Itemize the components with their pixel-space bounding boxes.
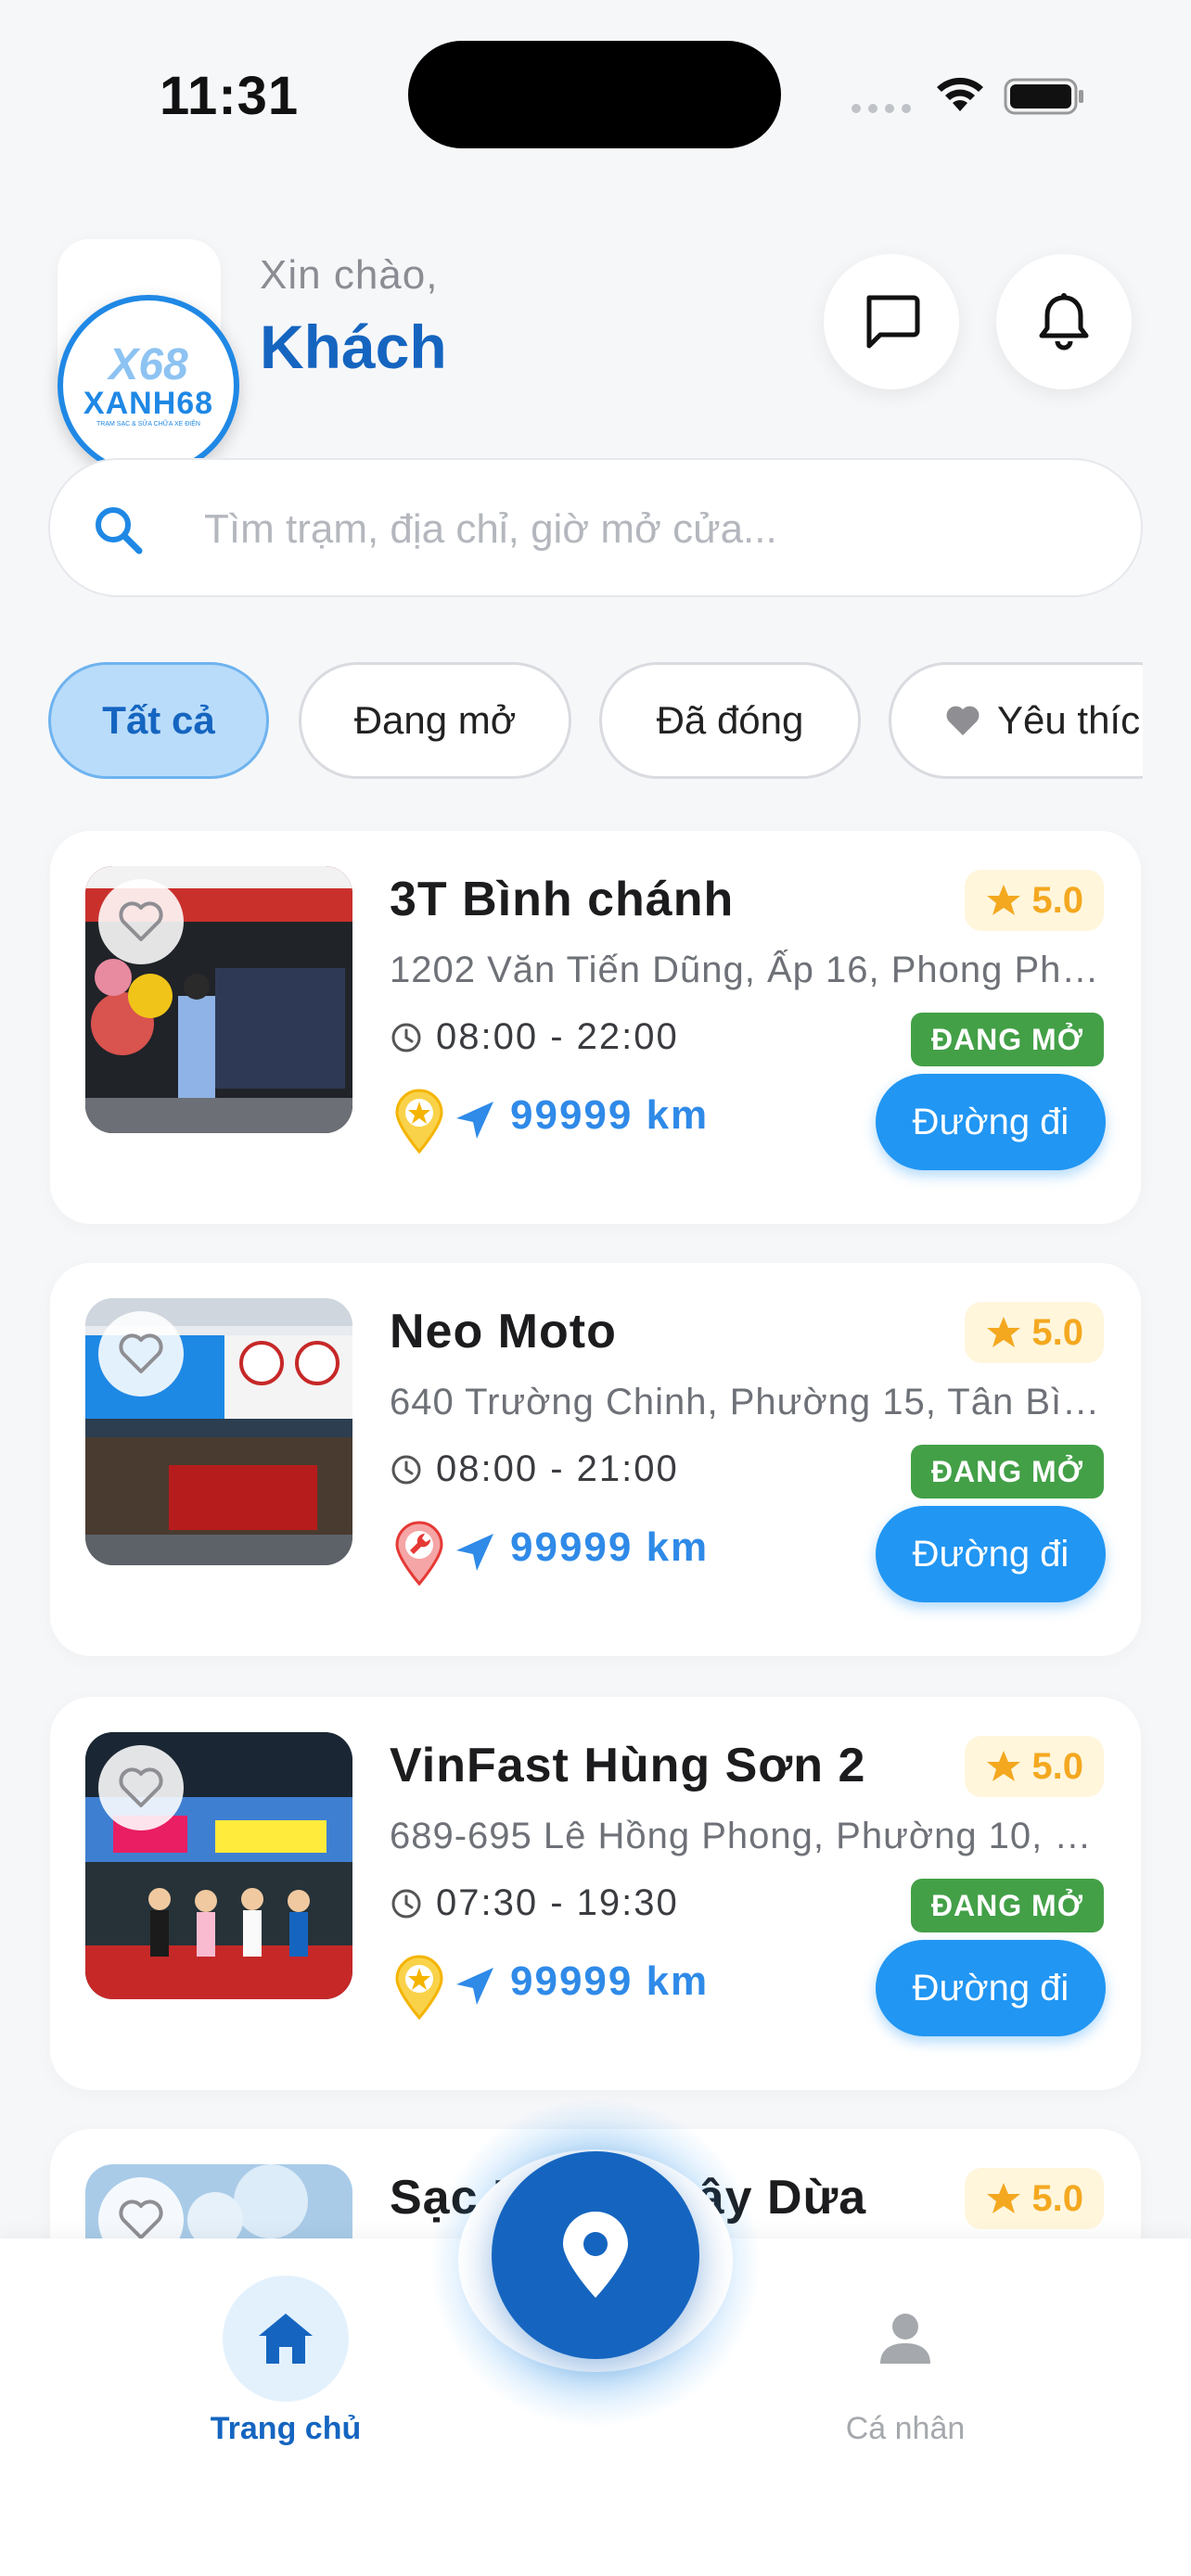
search-bar[interactable] — [48, 458, 1143, 597]
filter-chip-open[interactable]: Đang mở — [299, 662, 571, 779]
star-icon — [987, 885, 1021, 915]
station-address: 1202 Văn Tiến Dũng, Ấp 16, Phong Phú, Bì… — [390, 950, 1104, 990]
station-address: 640 Trường Chinh, Phường 15, Tân Bình — [390, 1382, 1104, 1422]
hours-text: 08:00 - 21:00 — [436, 1448, 679, 1489]
station-card[interactable]: 3T Bình chánh 5.0 1202 Văn Tiến Dũng, Ấp… — [50, 831, 1141, 1224]
rating-value: 5.0 — [1031, 2177, 1083, 2219]
star-icon — [987, 1317, 1021, 1347]
heart-outline-icon — [119, 1767, 163, 1807]
heart-outline-icon — [119, 2200, 163, 2239]
filter-chip-all[interactable]: Tất cả — [48, 662, 269, 779]
filter-chip-label: Đã đóng — [656, 698, 804, 742]
user-name: Khách — [260, 312, 447, 381]
navigation-arrow-icon — [456, 1102, 493, 1139]
battery-icon — [1004, 78, 1083, 115]
favorite-button[interactable] — [98, 879, 184, 964]
station-photo — [85, 1732, 352, 1999]
favorite-button[interactable] — [98, 1311, 184, 1396]
station-photo — [85, 866, 352, 1133]
rating-badge: 5.0 — [965, 1736, 1104, 1797]
hours-text: 08:00 - 22:00 — [436, 1016, 679, 1057]
heart-outline-icon — [119, 901, 163, 941]
distance-text: 99999 km — [510, 1092, 710, 1138]
rating-value: 5.0 — [1031, 1311, 1083, 1353]
charging-station-pin-icon — [395, 1955, 443, 2020]
heart-icon — [946, 706, 980, 735]
profile-icon-wrap — [842, 2276, 968, 2402]
logo-tagline: TRẠM SẠC & SỬA CHỮA XE ĐIỆN — [96, 420, 200, 427]
distance-text: 99999 km — [510, 1524, 710, 1570]
opening-hours: 07:30 - 19:30 — [390, 1882, 679, 1924]
rating-badge: 5.0 — [965, 2168, 1104, 2229]
messages-button[interactable] — [824, 254, 959, 389]
logo-mark: X68 — [109, 339, 188, 389]
nav-profile[interactable]: Cá nhân — [785, 2276, 1026, 2461]
nav-profile-label: Cá nhân — [845, 2411, 966, 2446]
opening-hours: 08:00 - 22:00 — [390, 1016, 679, 1058]
station-photo — [85, 1298, 352, 1565]
station-address: 689-695 Lê Hồng Phong, Phường 10, Quận 1… — [390, 1816, 1104, 1856]
filter-chip-label: Đang mở — [353, 698, 517, 742]
filter-chips: Tất cả Đang mở Đã đóng Yêu thích — [48, 662, 1143, 781]
logo-wordmark: XANH68 — [83, 385, 214, 421]
bell-icon — [1039, 293, 1089, 351]
status-bar: 11:31 — [0, 0, 1191, 185]
station-name: 3T Bình chánh — [390, 873, 735, 926]
station-card[interactable]: VinFast Hùng Sơn 2 5.0 689-695 Lê Hồng P… — [50, 1697, 1141, 2090]
directions-button[interactable]: Đường đi — [876, 1506, 1106, 1602]
filter-chip-favorites[interactable]: Yêu thích — [889, 662, 1143, 779]
filter-chip-closed[interactable]: Đã đóng — [599, 662, 861, 779]
greeting-text: Xin chào, — [260, 252, 439, 298]
rating-value: 5.0 — [1031, 879, 1083, 921]
rating-value: 5.0 — [1031, 1745, 1083, 1787]
rating-badge: 5.0 — [965, 870, 1104, 931]
opening-hours: 08:00 - 21:00 — [390, 1448, 679, 1490]
search-icon — [96, 507, 143, 555]
notifications-button[interactable] — [996, 254, 1132, 389]
distance-text: 99999 km — [510, 1958, 710, 2004]
filter-chip-label: Tất cả — [102, 698, 215, 742]
filter-chip-label: Yêu thích — [997, 698, 1143, 742]
station-card[interactable]: Neo Moto 5.0 640 Trường Chinh, Phường 15… — [50, 1263, 1141, 1656]
wifi-icon — [937, 77, 983, 111]
status-badge: ĐANG MỞ — [910, 1013, 1104, 1066]
person-icon — [880, 2314, 930, 2364]
status-badge: ĐANG MỞ — [910, 1879, 1104, 1932]
status-badge: ĐANG MỞ — [910, 1445, 1104, 1498]
hours-text: 07:30 - 19:30 — [436, 1882, 679, 1923]
favorite-button[interactable] — [98, 1745, 184, 1830]
repair-shop-pin-icon — [395, 1521, 443, 1586]
home-icon-wrap — [223, 2276, 349, 2402]
brand-logo: X68 XANH68 TRẠM SẠC & SỬA CHỮA XE ĐIỆN — [58, 295, 239, 477]
station-name: VinFast Hùng Sơn 2 — [390, 1739, 866, 1792]
nav-home[interactable]: Trang chủ — [165, 2276, 406, 2461]
heart-outline-icon — [119, 1333, 163, 1373]
map-fab-button[interactable] — [492, 2151, 699, 2359]
rating-badge: 5.0 — [965, 1302, 1104, 1363]
map-pin-icon — [563, 2212, 628, 2298]
home-icon — [259, 2314, 313, 2364]
navigation-arrow-icon — [456, 1968, 493, 2005]
status-time: 11:31 — [160, 66, 300, 126]
directions-button[interactable]: Đường đi — [876, 1940, 1106, 2036]
cellular-signal-icon — [852, 104, 911, 113]
star-icon — [987, 1751, 1021, 1781]
charging-station-pin-icon — [395, 1089, 443, 1154]
nav-home-label: Trang chủ — [210, 2411, 362, 2446]
clock-icon — [391, 1889, 421, 1918]
chat-bubble-icon — [866, 295, 920, 349]
directions-button[interactable]: Đường đi — [876, 1074, 1106, 1170]
dynamic-island — [408, 41, 781, 148]
navigation-arrow-icon — [456, 1534, 493, 1571]
clock-icon — [391, 1455, 421, 1484]
station-name: Neo Moto — [390, 1305, 617, 1358]
star-icon — [987, 2183, 1021, 2213]
search-input[interactable] — [204, 497, 1095, 562]
clock-icon — [391, 1023, 421, 1052]
